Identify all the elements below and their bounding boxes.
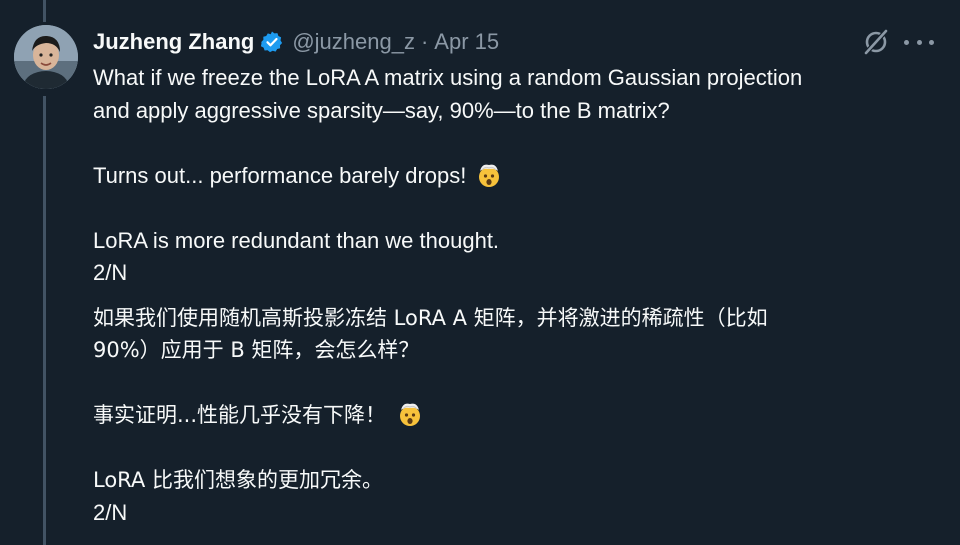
avatar[interactable] [14, 25, 78, 89]
author-handle[interactable]: @juzheng_z [292, 29, 415, 55]
exploding-head-emoji-icon [479, 164, 500, 187]
thread-line-bottom [43, 96, 46, 545]
header-separator: · [420, 29, 429, 54]
tweet-text: What if we freeze the LoRA A matrix usin… [93, 62, 933, 529]
chinese-line-3-row: 事实证明...性能几乎没有下降！ [93, 399, 933, 432]
chinese-line-1: 如果我们使用随机高斯投影冻结 LoRA A 矩阵，并将激进的稀疏性（比如 [93, 305, 768, 330]
chinese-line-2: 90%）应用于 B 矩阵，会怎么样？ [93, 338, 420, 362]
english-line-3-row: Turns out... performance barely drops! [93, 160, 933, 193]
exploding-head-emoji-icon [399, 403, 420, 426]
english-line-4: LoRA is more redundant than we thought. [93, 227, 500, 253]
english-line-1: What if we freeze the LoRA A matrix usin… [93, 65, 803, 90]
chinese-line-5: 2/N [93, 499, 128, 525]
tweet-header: Juzheng Zhang @juzheng_z · Apr 15 [93, 27, 499, 57]
thread-line-top [43, 0, 46, 22]
chinese-line-4: LoRA 比我们想象的更加冗余。 [93, 468, 383, 492]
chinese-line-3: 事实证明...性能几乎没有下降！ [93, 403, 387, 427]
author-name[interactable]: Juzheng Zhang [93, 29, 254, 55]
more-options-icon[interactable] [904, 28, 934, 56]
tweet-date[interactable]: Apr 15 [434, 29, 499, 55]
english-line-2: and apply aggressive sparsity—say, 90%—t… [93, 97, 670, 123]
english-line-5: 2/N [93, 260, 128, 285]
verified-badge-icon [261, 31, 283, 53]
avatar-image [14, 25, 78, 89]
grok-icon[interactable] [862, 28, 890, 56]
english-line-3: Turns out... performance barely drops! [93, 162, 467, 188]
